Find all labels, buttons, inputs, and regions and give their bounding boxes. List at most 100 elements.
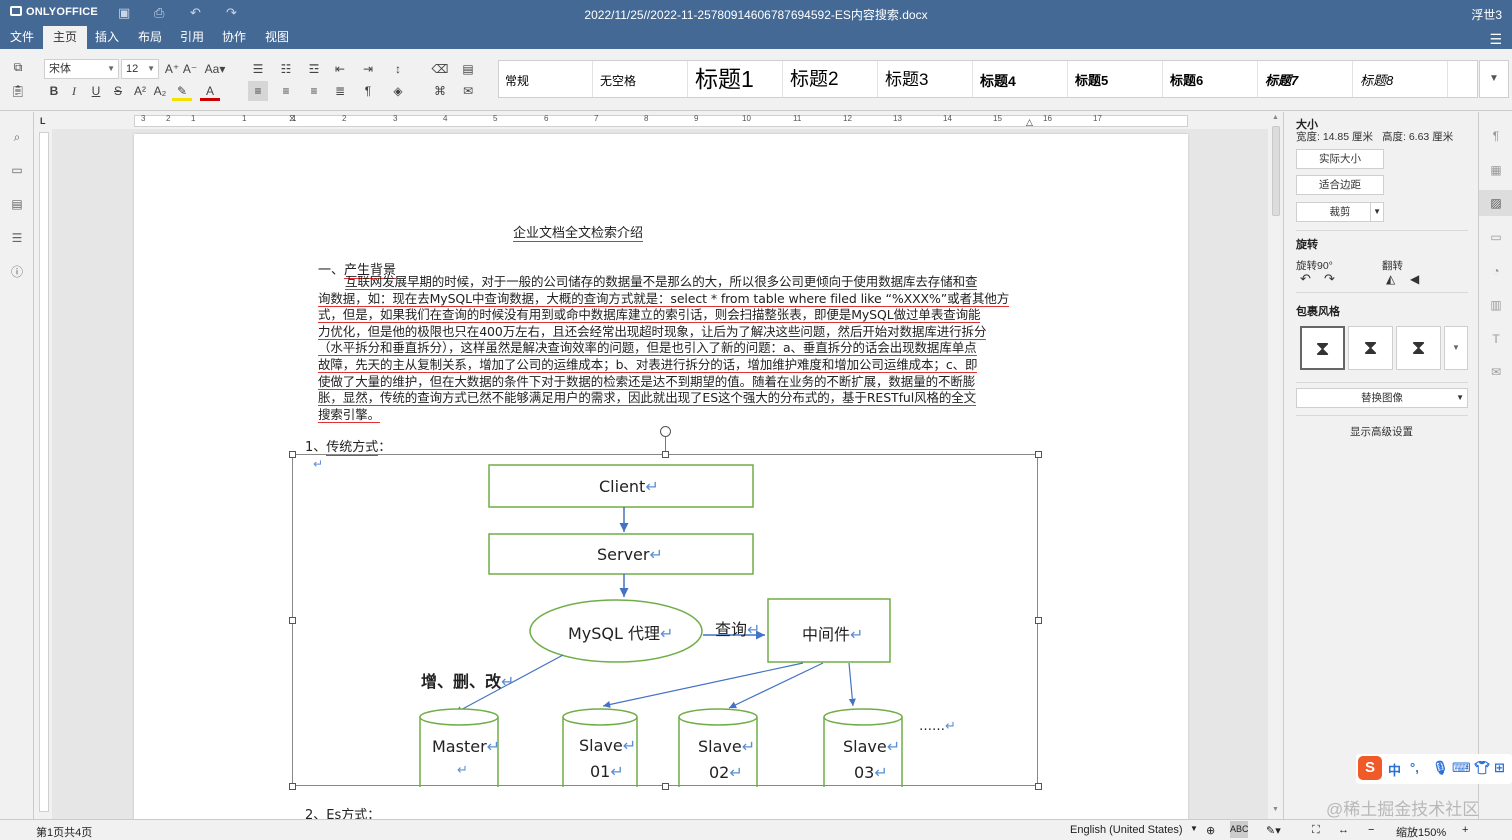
replace-image-button[interactable]: 替换图像 ▼ [1296,388,1468,408]
ime-toolbar[interactable]: S 中 °, 🎙︎ ⌨ 👕︎ ⊞ [1356,754,1512,784]
flip-horizontal-icon[interactable]: ◭ [1386,272,1395,286]
comments-icon[interactable]: ▭ [9,162,25,178]
track-changes-icon[interactable]: ✎▾ [1266,824,1281,837]
increase-indent-icon[interactable]: ⇥ [358,59,378,79]
keyboard-icon[interactable]: ⌨ [1452,760,1471,776]
resize-handle[interactable] [662,783,669,790]
mail-merge-settings-icon[interactable]: ✉ [1479,359,1512,385]
bullet-list-icon[interactable]: ☰ [248,59,268,79]
rotate-left-icon[interactable]: ↶ [1300,271,1311,287]
chart-settings-icon[interactable]: ▥ [1479,292,1512,318]
hamburger-menu-icon[interactable]: ☰ [1489,31,1502,48]
resize-handle[interactable] [662,451,669,458]
style-heading-6[interactable]: 标题6 [1164,61,1258,97]
image-settings-icon[interactable]: ▨ [1479,190,1512,216]
wrap-tight-icon[interactable]: ⧗ [1348,326,1393,370]
tab-references[interactable]: 引用 [170,26,214,49]
rotate-handle-icon[interactable] [660,426,671,437]
paste-icon[interactable]: 📋︎ [8,81,28,101]
rotate-right-icon[interactable]: ↷ [1324,271,1335,287]
textart-settings-icon[interactable]: T [1479,326,1512,352]
zoom-level[interactable]: 缩放150% [1396,824,1446,840]
vertical-scrollbar[interactable]: ▲ ▼ [1270,112,1282,819]
flip-vertical-icon[interactable]: ◀ [1410,272,1419,286]
multilevel-list-icon[interactable]: ☲ [304,59,324,79]
highlight-icon[interactable]: ✎ [172,81,192,101]
tab-view[interactable]: 视图 [255,26,299,49]
numbered-list-icon[interactable]: ☷ [276,59,296,79]
font-color-icon[interactable]: A [200,81,220,101]
page-count[interactable]: 第1页共4页 [36,824,92,840]
skin-icon[interactable]: 👕︎ [1474,760,1491,776]
resize-handle[interactable] [1035,451,1042,458]
zoom-in-icon[interactable]: + [1462,824,1468,836]
user-name[interactable]: 浮世3 [1471,6,1502,23]
document-page[interactable]: 企业文档全文检索介绍 一、产生背景 互联网发展早期的时候，对于一般的公司储存的数… [134,134,1188,819]
paragraph-settings-icon[interactable]: ¶ [1479,123,1512,149]
font-name-select[interactable]: 宋体 ▼ [44,59,119,79]
style-heading-5[interactable]: 标题5 [1069,61,1163,97]
tab-insert[interactable]: 插入 [85,26,129,49]
header-footer-icon[interactable]: ▭ [1479,224,1512,250]
style-heading-8[interactable]: 标题8 [1354,61,1448,97]
indent-marker-icon[interactable]: ⧖ [289,113,295,124]
decrease-indent-icon[interactable]: ⇤ [330,59,350,79]
ime-language[interactable]: 中 [1388,760,1401,779]
align-center-icon[interactable]: ≡ [276,81,296,101]
style-heading-2[interactable]: 标题2 [784,61,878,97]
styles-expand-icon[interactable]: ▼ [1479,60,1509,98]
superscript-icon[interactable]: A² [130,81,150,101]
chat-icon[interactable]: ▤ [9,196,25,212]
copy-style-icon[interactable]: ⌘ [430,81,450,101]
about-icon[interactable]: ⓘ [9,264,25,280]
bold-icon[interactable]: B [44,81,64,101]
advanced-settings-link[interactable]: 显示高级设置 [1350,424,1413,439]
italic-icon[interactable]: I [64,81,84,101]
selected-image-frame[interactable]: ↵ Client↵ Server↵ MySQL 代理↵ 查询↵ 中间件↵ 增、删… [289,426,1042,790]
style-heading-1[interactable]: 标题1 [689,61,783,97]
resize-handle[interactable] [1035,783,1042,790]
style-heading-7[interactable]: 标题7 [1259,61,1353,97]
wrap-more-icon[interactable]: ▼ [1444,326,1468,370]
scroll-down-icon[interactable]: ▼ [1272,806,1279,813]
fit-page-icon[interactable]: ⛶ [1312,824,1320,837]
language-select[interactable]: English (United States) [1070,824,1183,836]
search-icon[interactable]: ⌕ [9,129,25,145]
strikethrough-icon[interactable]: S [108,81,128,101]
tab-stop-icon[interactable]: L [40,116,46,126]
copy-icon[interactable]: ⧉ [8,57,28,77]
fit-margin-button[interactable]: 适合边距 [1296,175,1384,195]
scrollbar-thumb[interactable] [1272,126,1280,216]
navigation-icon[interactable]: ☰ [9,230,25,246]
align-right-icon[interactable]: ≡ [304,81,324,101]
doc-language-icon[interactable]: ⊕ [1206,824,1215,837]
toolbox-icon[interactable]: ⊞ [1494,760,1505,776]
right-indent-marker-icon[interactable]: △ [1026,117,1033,128]
change-case-icon[interactable]: Aa▾ [202,59,228,79]
wrap-square-icon[interactable]: ⧗ [1300,326,1345,370]
microphone-icon[interactable]: 🎙︎ [1432,760,1449,776]
style-heading-4[interactable]: 标题4 [974,61,1068,97]
punctuation-icon[interactable]: °, [1410,760,1419,775]
actual-size-button[interactable]: 实际大小 [1296,149,1384,169]
resize-handle[interactable] [289,783,296,790]
crop-button[interactable]: 裁剪 ▼ [1296,202,1384,222]
line-spacing-icon[interactable]: ↕ [388,59,408,79]
decrease-font-icon[interactable]: A⁻ [180,59,200,79]
shading-icon[interactable]: ◈ [388,81,408,101]
tab-file[interactable]: 文件 [0,26,44,49]
tab-home[interactable]: 主页 [43,26,88,49]
justify-icon[interactable]: ≣ [330,81,350,101]
align-left-icon[interactable]: ≡ [248,81,268,101]
increase-font-icon[interactable]: A⁺ [162,59,182,79]
subscript-icon[interactable]: A₂ [150,81,170,101]
color-scheme-icon[interactable]: ▤ [458,59,478,79]
table-settings-icon[interactable]: ▦ [1479,157,1512,183]
wrap-through-icon[interactable]: ⧗ [1396,326,1441,370]
font-size-select[interactable]: 12 ▼ [121,59,159,79]
fit-width-icon[interactable]: ↔ [1338,824,1349,836]
style-heading-3[interactable]: 标题3 [879,61,973,97]
style-no-spacing[interactable]: 无空格 [594,61,688,97]
paragraph-marks-icon[interactable]: ¶ [358,81,378,101]
clear-style-icon[interactable]: ⌫ [430,59,450,79]
